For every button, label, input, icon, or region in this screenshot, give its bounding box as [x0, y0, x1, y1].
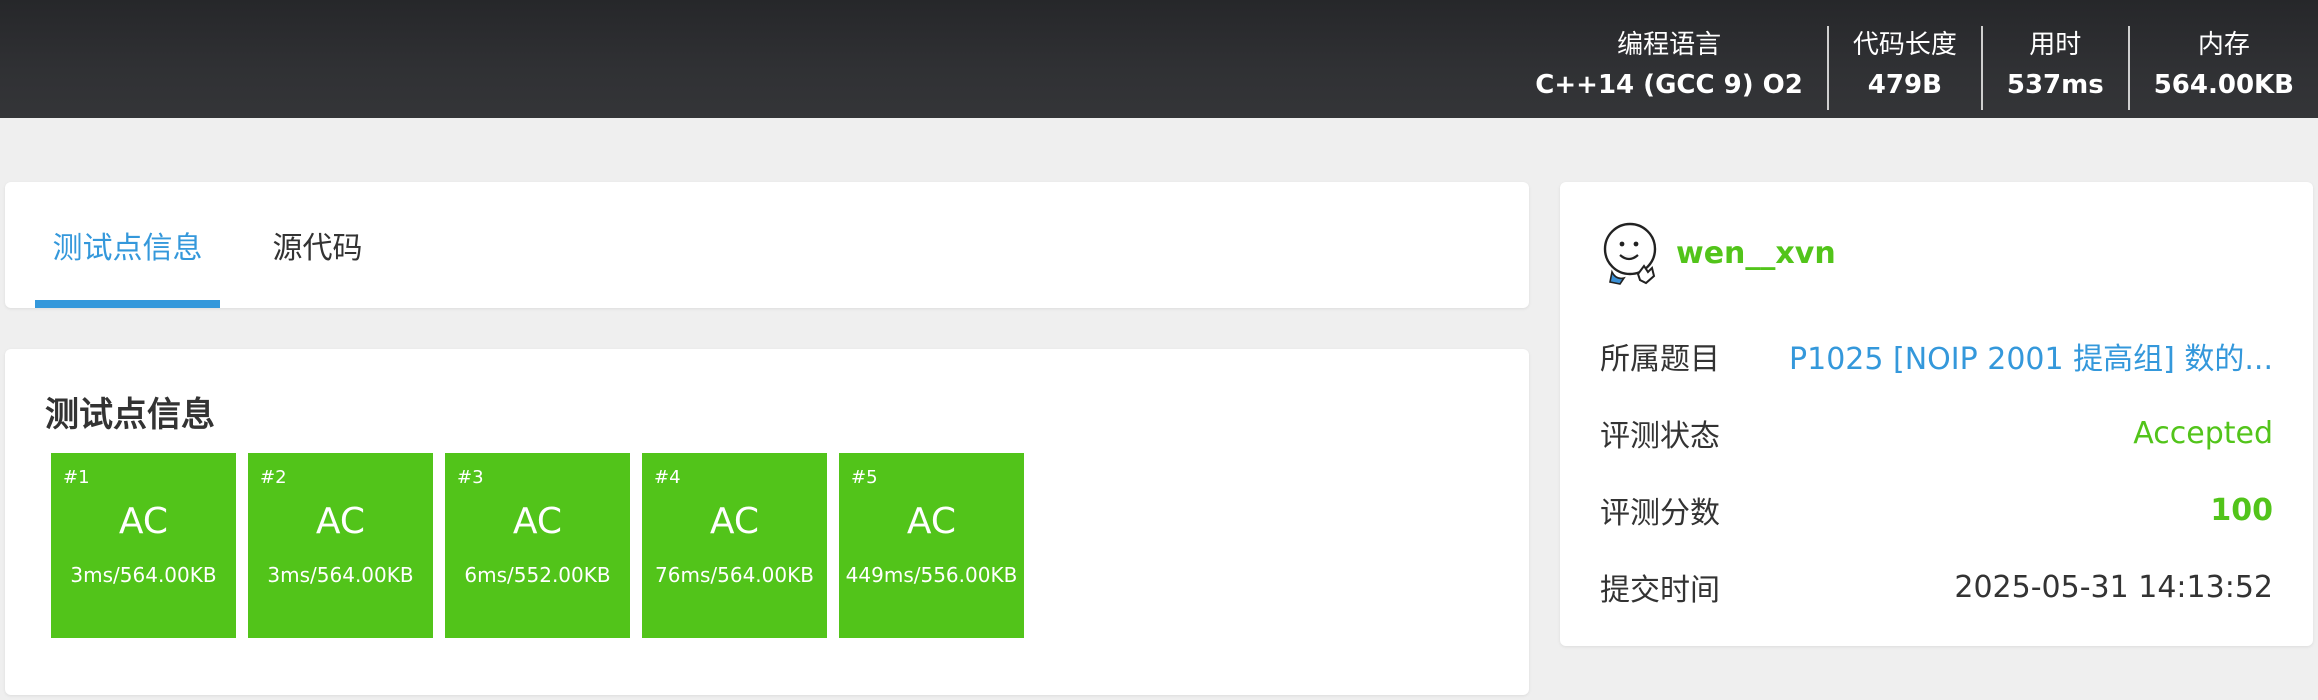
stat-value: C++14 (GCC 9) O2	[1535, 70, 1803, 100]
stat-label: 用时	[2029, 30, 2082, 60]
info-row-problem: 所属题目 P1025 [NOIP 2001 提高组] 数的...	[1600, 334, 2273, 378]
testcase-1[interactable]: #1 AC 3ms/564.00KB	[51, 453, 236, 638]
testpoints-title: 测试点信息	[45, 395, 215, 435]
stat-language: 编程语言 C++14 (GCC 9) O2	[1511, 26, 1827, 110]
problem-link[interactable]: P1025 [NOIP 2001 提高组] 数的...	[1789, 334, 2273, 378]
stat-time: 用时 537ms	[1980, 26, 2128, 110]
stat-memory: 内存 564.00KB	[2127, 26, 2318, 110]
submit-time-value: 2025-05-31 14:13:52	[1954, 569, 2273, 605]
testcase-2[interactable]: #2 AC 3ms/564.00KB	[248, 453, 433, 638]
submit-time-label: 提交时间	[1600, 573, 1720, 608]
stat-label: 内存	[2197, 30, 2250, 60]
tab-testpoints[interactable]: 测试点信息	[35, 182, 220, 308]
stat-label: 代码长度	[1852, 30, 1957, 60]
username-link[interactable]: wen__xvn	[1676, 236, 1836, 271]
testcase-meta: 449ms/556.00KB	[845, 563, 1018, 587]
score-value: 100	[2210, 492, 2273, 528]
status-value: Accepted	[2133, 415, 2273, 451]
info-row-submit-time: 提交时间 2025-05-31 14:13:52	[1600, 565, 2273, 609]
testcase-status: AC	[315, 501, 366, 542]
info-row-status: 评测状态 Accepted	[1600, 411, 2273, 455]
score-label: 评测分数	[1600, 496, 1720, 531]
submission-info-panel: wen__xvn 所属题目 P1025 [NOIP 2001 提高组] 数的..…	[1560, 182, 2313, 646]
testcase-status: AC	[906, 501, 957, 542]
testcase-5[interactable]: #5 AC 449ms/556.00KB	[839, 453, 1024, 638]
testcase-index: #1	[63, 467, 90, 488]
testcase-meta: 6ms/552.00KB	[464, 563, 611, 587]
testcase-meta: 3ms/564.00KB	[70, 563, 217, 587]
submission-stats: 编程语言 C++14 (GCC 9) O2 代码长度 479B 用时 537ms…	[1511, 26, 2318, 110]
stat-code-length: 代码长度 479B	[1826, 26, 1981, 110]
testcase-meta: 76ms/564.00KB	[655, 563, 814, 587]
testcase-index: #3	[457, 467, 484, 488]
tab-source-code[interactable]: 源代码	[230, 182, 405, 308]
avatar[interactable]	[1600, 220, 1664, 286]
submission-header: 编程语言 C++14 (GCC 9) O2 代码长度 479B 用时 537ms…	[0, 0, 2318, 118]
testcase-status: AC	[118, 501, 169, 542]
info-row-score: 评测分数 100	[1600, 488, 2273, 532]
problem-label: 所属题目	[1600, 342, 1720, 377]
stat-value: 479B	[1867, 70, 1942, 100]
testpoints-panel: 测试点信息 #1 AC 3ms/564.00KB #2 AC 3ms/564.0…	[5, 349, 1529, 695]
testcase-status: AC	[709, 501, 760, 542]
testcase-4[interactable]: #4 AC 76ms/564.00KB	[642, 453, 827, 638]
testcase-3[interactable]: #3 AC 6ms/552.00KB	[445, 453, 630, 638]
status-label: 评测状态	[1600, 419, 1720, 454]
stat-label: 编程语言	[1617, 30, 1722, 60]
stat-value: 564.00KB	[2153, 70, 2294, 100]
stat-value: 537ms	[2006, 70, 2104, 100]
tab-bar: 测试点信息 源代码	[5, 182, 1529, 308]
user-block: wen__xvn	[1600, 220, 1836, 286]
testcase-index: #5	[851, 467, 878, 488]
testcase-meta: 3ms/564.00KB	[267, 563, 414, 587]
testcase-index: #4	[654, 467, 681, 488]
testcase-list: #1 AC 3ms/564.00KB #2 AC 3ms/564.00KB #3…	[51, 453, 1024, 638]
testcase-status: AC	[512, 501, 563, 542]
testcase-index: #2	[260, 467, 287, 488]
